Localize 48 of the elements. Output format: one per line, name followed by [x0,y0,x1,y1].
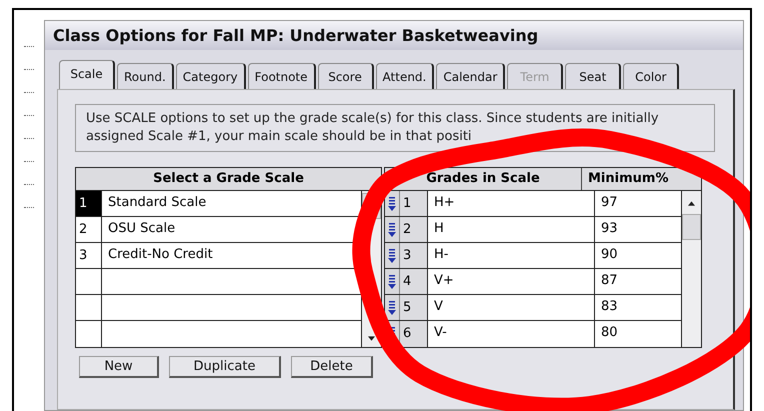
drag-handle[interactable] [385,243,400,268]
table-cell[interactable]: H- [428,243,595,268]
tab[interactable]: Category [176,63,246,89]
table-cell[interactable]: H [428,217,595,242]
tab[interactable]: Seat [565,63,622,89]
drag-handle[interactable] [385,191,400,216]
table-cell[interactable]: OSU Scale [102,217,362,242]
tab[interactable]: Calendar [436,63,506,89]
reorder-icon[interactable] [388,222,396,238]
row-number: 4 [400,269,428,294]
reorder-icon[interactable] [388,248,396,264]
drag-handle[interactable] [385,217,400,242]
table-cell[interactable]: V [428,295,595,320]
row-number: 2 [400,217,428,242]
row-number[interactable]: 1 [76,191,102,216]
column-header: Minimum% [587,170,670,188]
window-title: Class Options for Fall MP: Underwater Basketweaving [45,21,743,50]
scroll-down-icon[interactable] [368,336,375,341]
tab[interactable]: Color [623,63,680,89]
row-number: 3 [400,243,428,268]
table-cell[interactable]: V+ [428,269,595,294]
action-button[interactable]: Duplicate [169,356,281,378]
table-cell[interactable]: H+ [428,191,595,216]
tab[interactable]: Scale [59,60,115,89]
tab[interactable]: Round. [117,63,174,89]
row-number[interactable]: 2 [76,217,102,242]
reorder-icon[interactable] [388,274,396,290]
action-button[interactable]: New [79,356,159,378]
row-number: 6 [400,321,428,347]
row-number: 1 [400,191,428,216]
row-number[interactable]: 3 [76,243,102,268]
column-header: Grades in Scale [385,168,582,190]
drag-handle[interactable] [385,269,400,294]
tab[interactable]: Score [318,63,374,89]
scrollbar[interactable] [682,191,701,347]
column-header: Select a Grade Scale [76,168,381,191]
row-number: 5 [400,295,428,320]
reorder-icon[interactable] [388,196,396,212]
tab[interactable]: Footnote [248,63,316,89]
tab[interactable]: Attend. [376,63,434,89]
action-button[interactable]: Delete [291,356,373,378]
reorder-icon[interactable] [388,300,396,316]
instructions-text: Use SCALE options to set up the grade scale(s) for this class. Since students are initially assigned Scale #1, your main scale should be in that positi [75,104,715,152]
drag-handle[interactable] [385,295,400,320]
scroll-thumb[interactable] [682,214,701,240]
table-cell[interactable]: V- [428,321,595,347]
table-cell[interactable]: Credit-No Credit [102,243,362,268]
scroll-up-icon[interactable] [688,201,695,206]
